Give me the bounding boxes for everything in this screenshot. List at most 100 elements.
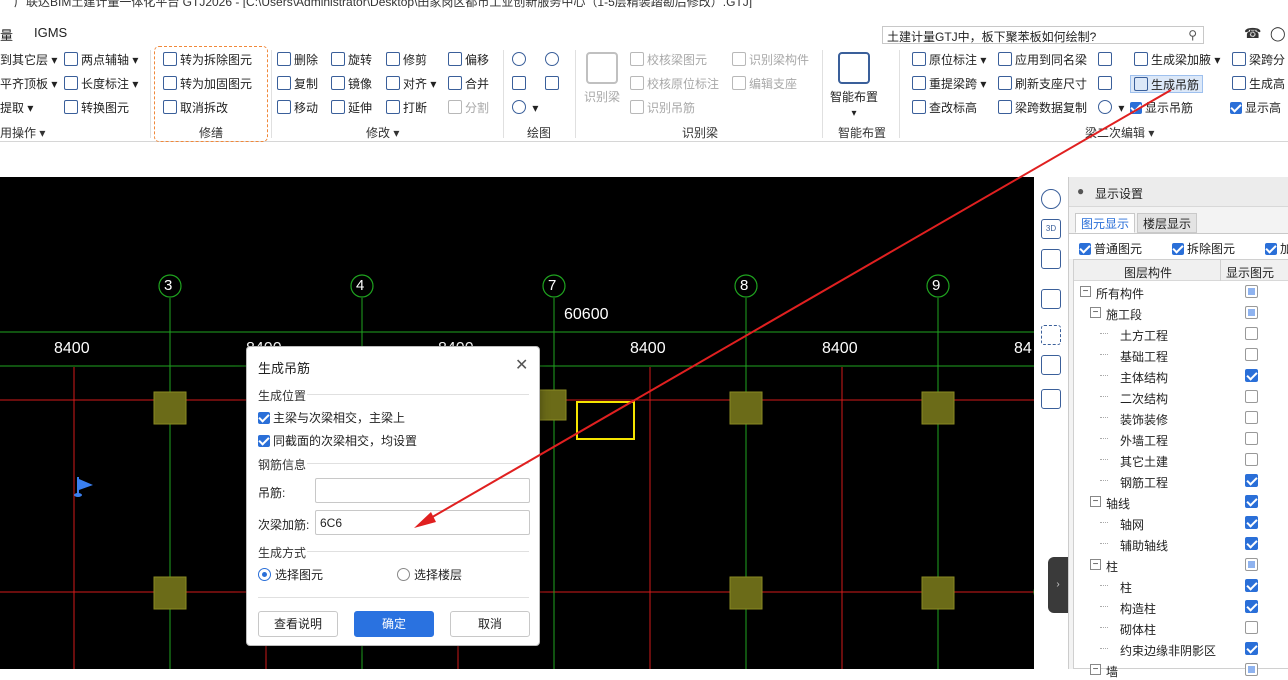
pin-icon[interactable]: ● [1077, 184, 1084, 198]
tree-row[interactable]: 约束边缘非阴影区 [1074, 638, 1288, 659]
ribbon-convert-to-reinforce[interactable]: 转为加固图元 [163, 75, 252, 93]
3d-view-icon[interactable]: 3D [1041, 219, 1061, 239]
draw-rect-tool[interactable] [545, 75, 562, 93]
ribbon-inplace-label[interactable]: 原位标注 ▾ [912, 51, 986, 69]
help-button[interactable]: 查看说明 [258, 611, 338, 637]
show-element-checkbox[interactable] [1245, 348, 1258, 361]
tree-row[interactable]: 构造柱 [1074, 596, 1288, 617]
ribbon-break[interactable]: 打断 [386, 99, 427, 117]
tab-floor-display[interactable]: 楼层显示 [1137, 213, 1198, 233]
ribbon-move[interactable]: 移动 [277, 99, 318, 117]
collapse-toggle-icon[interactable]: − [1080, 286, 1091, 297]
show-element-checkbox[interactable] [1245, 285, 1258, 298]
ribbon-edit-support[interactable]: 编辑支座 [732, 75, 797, 93]
filter-reinforce-elements[interactable]: 加 [1265, 240, 1288, 257]
tree-row[interactable]: 土方工程 [1074, 323, 1288, 344]
ribbon-check-beam-elements[interactable]: 校核梁图元 [630, 51, 707, 69]
filter-demolish-checkbox[interactable] [1172, 243, 1184, 255]
ribbon-generate-haunch[interactable]: 生成梁加腋 ▾ [1134, 51, 1220, 69]
ribbon-convert-to-demolish[interactable]: 转为拆除图元 [163, 51, 252, 69]
filter-demolish-elements[interactable]: 拆除图元 [1172, 240, 1235, 257]
draw-line-tool[interactable] [512, 75, 529, 93]
ribbon-delete[interactable]: 删除 [277, 51, 318, 69]
ribbon-two-point-aux-axis[interactable]: 两点辅轴 ▾ [64, 51, 138, 69]
draw-arc-tool[interactable] [545, 51, 562, 69]
menu-item-igms[interactable]: IGMS [34, 25, 67, 40]
tree-row[interactable]: 外墙工程 [1074, 428, 1288, 449]
ribbon-merge[interactable]: 合并 [448, 75, 489, 93]
search-icon[interactable]: ⚲ [1188, 28, 1197, 42]
ribbon-generate-high[interactable]: 生成高 [1232, 75, 1285, 93]
ribbon-split[interactable]: 分割 [448, 99, 489, 117]
tree-row[interactable]: 二次结构 [1074, 386, 1288, 407]
show-element-checkbox[interactable] [1245, 495, 1258, 508]
tree-row[interactable]: 辅助轴线 [1074, 533, 1288, 554]
collapse-toggle-icon[interactable]: − [1090, 307, 1101, 318]
secondary-rebar-input[interactable]: 6C6 [315, 510, 530, 535]
checkbox-same-section[interactable]: 同截面的次梁相交，均设置 [258, 432, 417, 449]
tree-row[interactable]: 基础工程 [1074, 344, 1288, 365]
show-element-checkbox[interactable] [1245, 369, 1258, 382]
tree-row[interactable]: − 轴线 [1074, 491, 1288, 512]
tree-row[interactable]: 轴网 [1074, 512, 1288, 533]
radio-select-floor-dot[interactable] [397, 568, 410, 581]
filter-normal-checkbox[interactable] [1079, 243, 1091, 255]
collapse-toggle-icon[interactable]: − [1090, 664, 1101, 675]
smart-layout-button[interactable]: 智能布置 ▾ [829, 52, 879, 119]
same-section-checkbox[interactable] [258, 435, 270, 447]
ribbon-offset[interactable]: 偏移 [448, 51, 489, 69]
show-element-checkbox[interactable] [1245, 621, 1258, 634]
close-icon[interactable]: ✕ [515, 355, 528, 375]
show-element-checkbox[interactable] [1245, 390, 1258, 403]
help-icon[interactable]: ◯ [1270, 25, 1286, 42]
ribbon-extend[interactable]: 延伸 [331, 99, 372, 117]
ribbon-identify-hanger[interactable]: 识别吊筋 [630, 99, 695, 117]
ribbon-extra-3[interactable]: ▾ [1098, 99, 1124, 117]
collapse-toggle-icon[interactable]: − [1090, 559, 1101, 570]
headset-icon[interactable]: ☎ [1244, 25, 1261, 42]
hanger-input[interactable] [315, 478, 530, 503]
ribbon-beam-span-split[interactable]: 梁跨分 [1232, 51, 1285, 69]
draw-curve-tool[interactable]: ▾ [512, 99, 538, 117]
layer-view-icon[interactable] [1041, 389, 1061, 409]
radio-select-floor[interactable]: 选择楼层 [397, 566, 462, 583]
show-element-checkbox[interactable] [1245, 579, 1258, 592]
main-beam-checkbox[interactable] [258, 412, 270, 424]
ribbon-identify-beam-component[interactable]: 识别梁构件 [732, 51, 809, 69]
ribbon-align-top-slab[interactable]: 平齐顶板 ▾ [0, 75, 57, 93]
tree-row[interactable]: 主体结构 [1074, 365, 1288, 386]
ribbon-cancel-renovation[interactable]: 取消拆改 [163, 99, 228, 117]
tree-row[interactable]: − 墙 [1074, 659, 1288, 680]
ribbon-copy-to-other-floor[interactable]: 到其它层 ▾ [0, 51, 57, 69]
show-element-checkbox[interactable] [1245, 411, 1258, 424]
show-element-checkbox[interactable] [1245, 642, 1258, 655]
radio-select-element-dot[interactable] [258, 568, 271, 581]
show-element-checkbox[interactable] [1245, 432, 1258, 445]
ribbon-show-high[interactable]: 显示高 [1230, 99, 1281, 117]
selected-beam-highlight[interactable] [576, 401, 635, 440]
solid-view-icon[interactable] [1041, 289, 1061, 309]
ribbon-copy-span-data[interactable]: 梁跨数据复制 [998, 99, 1087, 117]
show-element-checkbox[interactable] [1245, 600, 1258, 613]
ribbon-apply-same-name[interactable]: 应用到同名梁 [998, 51, 1087, 69]
ribbon-check-inplace-label[interactable]: 校核原位标注 [630, 75, 719, 93]
collapse-toggle-icon[interactable]: − [1090, 496, 1101, 507]
tree-row[interactable]: 钢筋工程 [1074, 470, 1288, 491]
show-hanger-checkbox[interactable] [1130, 102, 1142, 114]
show-element-checkbox[interactable] [1245, 663, 1258, 676]
filter-normal-elements[interactable]: 普通图元 [1079, 240, 1142, 257]
checkbox-main-beam[interactable]: 主梁与次梁相交，主梁上 [258, 409, 405, 426]
ribbon-extract[interactable]: 提取 ▾ [0, 99, 33, 117]
radio-select-element[interactable]: 选择图元 [258, 566, 323, 583]
ribbon-extra-2[interactable] [1098, 75, 1115, 93]
filter-reinforce-checkbox[interactable] [1265, 243, 1277, 255]
ribbon-length-dimension[interactable]: 长度标注 ▾ [64, 75, 138, 93]
show-element-checkbox[interactable] [1245, 327, 1258, 340]
ribbon-generate-hanger[interactable]: 生成吊筋 [1130, 75, 1204, 93]
tree-row[interactable]: − 柱 [1074, 554, 1288, 575]
ribbon-copy[interactable]: 复制 [277, 75, 318, 93]
ribbon-align[interactable]: 对齐 ▾ [386, 75, 436, 93]
cancel-button[interactable]: 取消 [450, 611, 530, 637]
tree-row[interactable]: − 所有构件 [1074, 281, 1288, 302]
section-view-icon[interactable] [1041, 355, 1061, 375]
